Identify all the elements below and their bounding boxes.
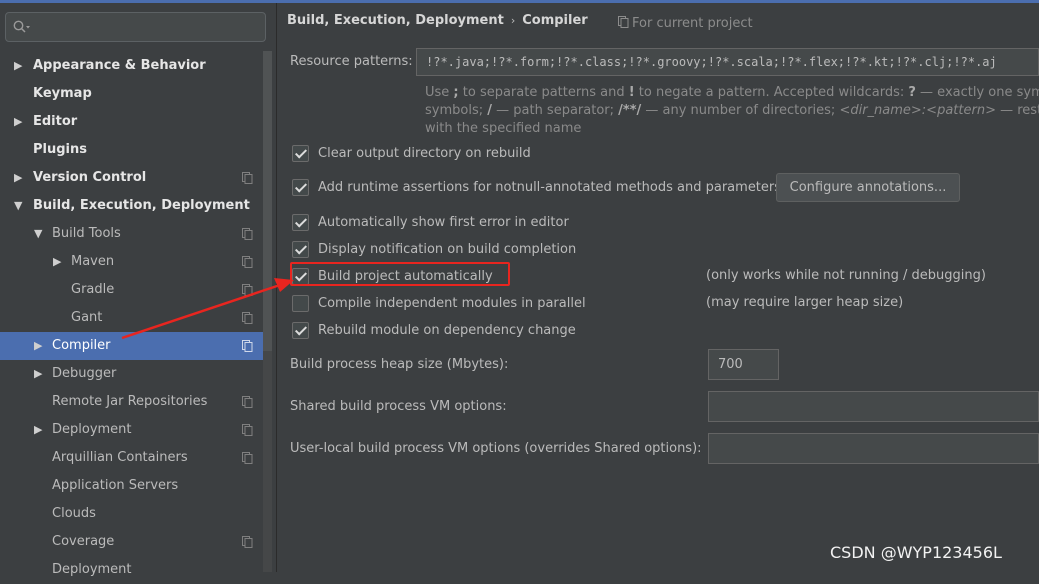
annotation-arrow <box>121 278 294 340</box>
watermark: CSDN @WYP123456L <box>830 543 1002 562</box>
